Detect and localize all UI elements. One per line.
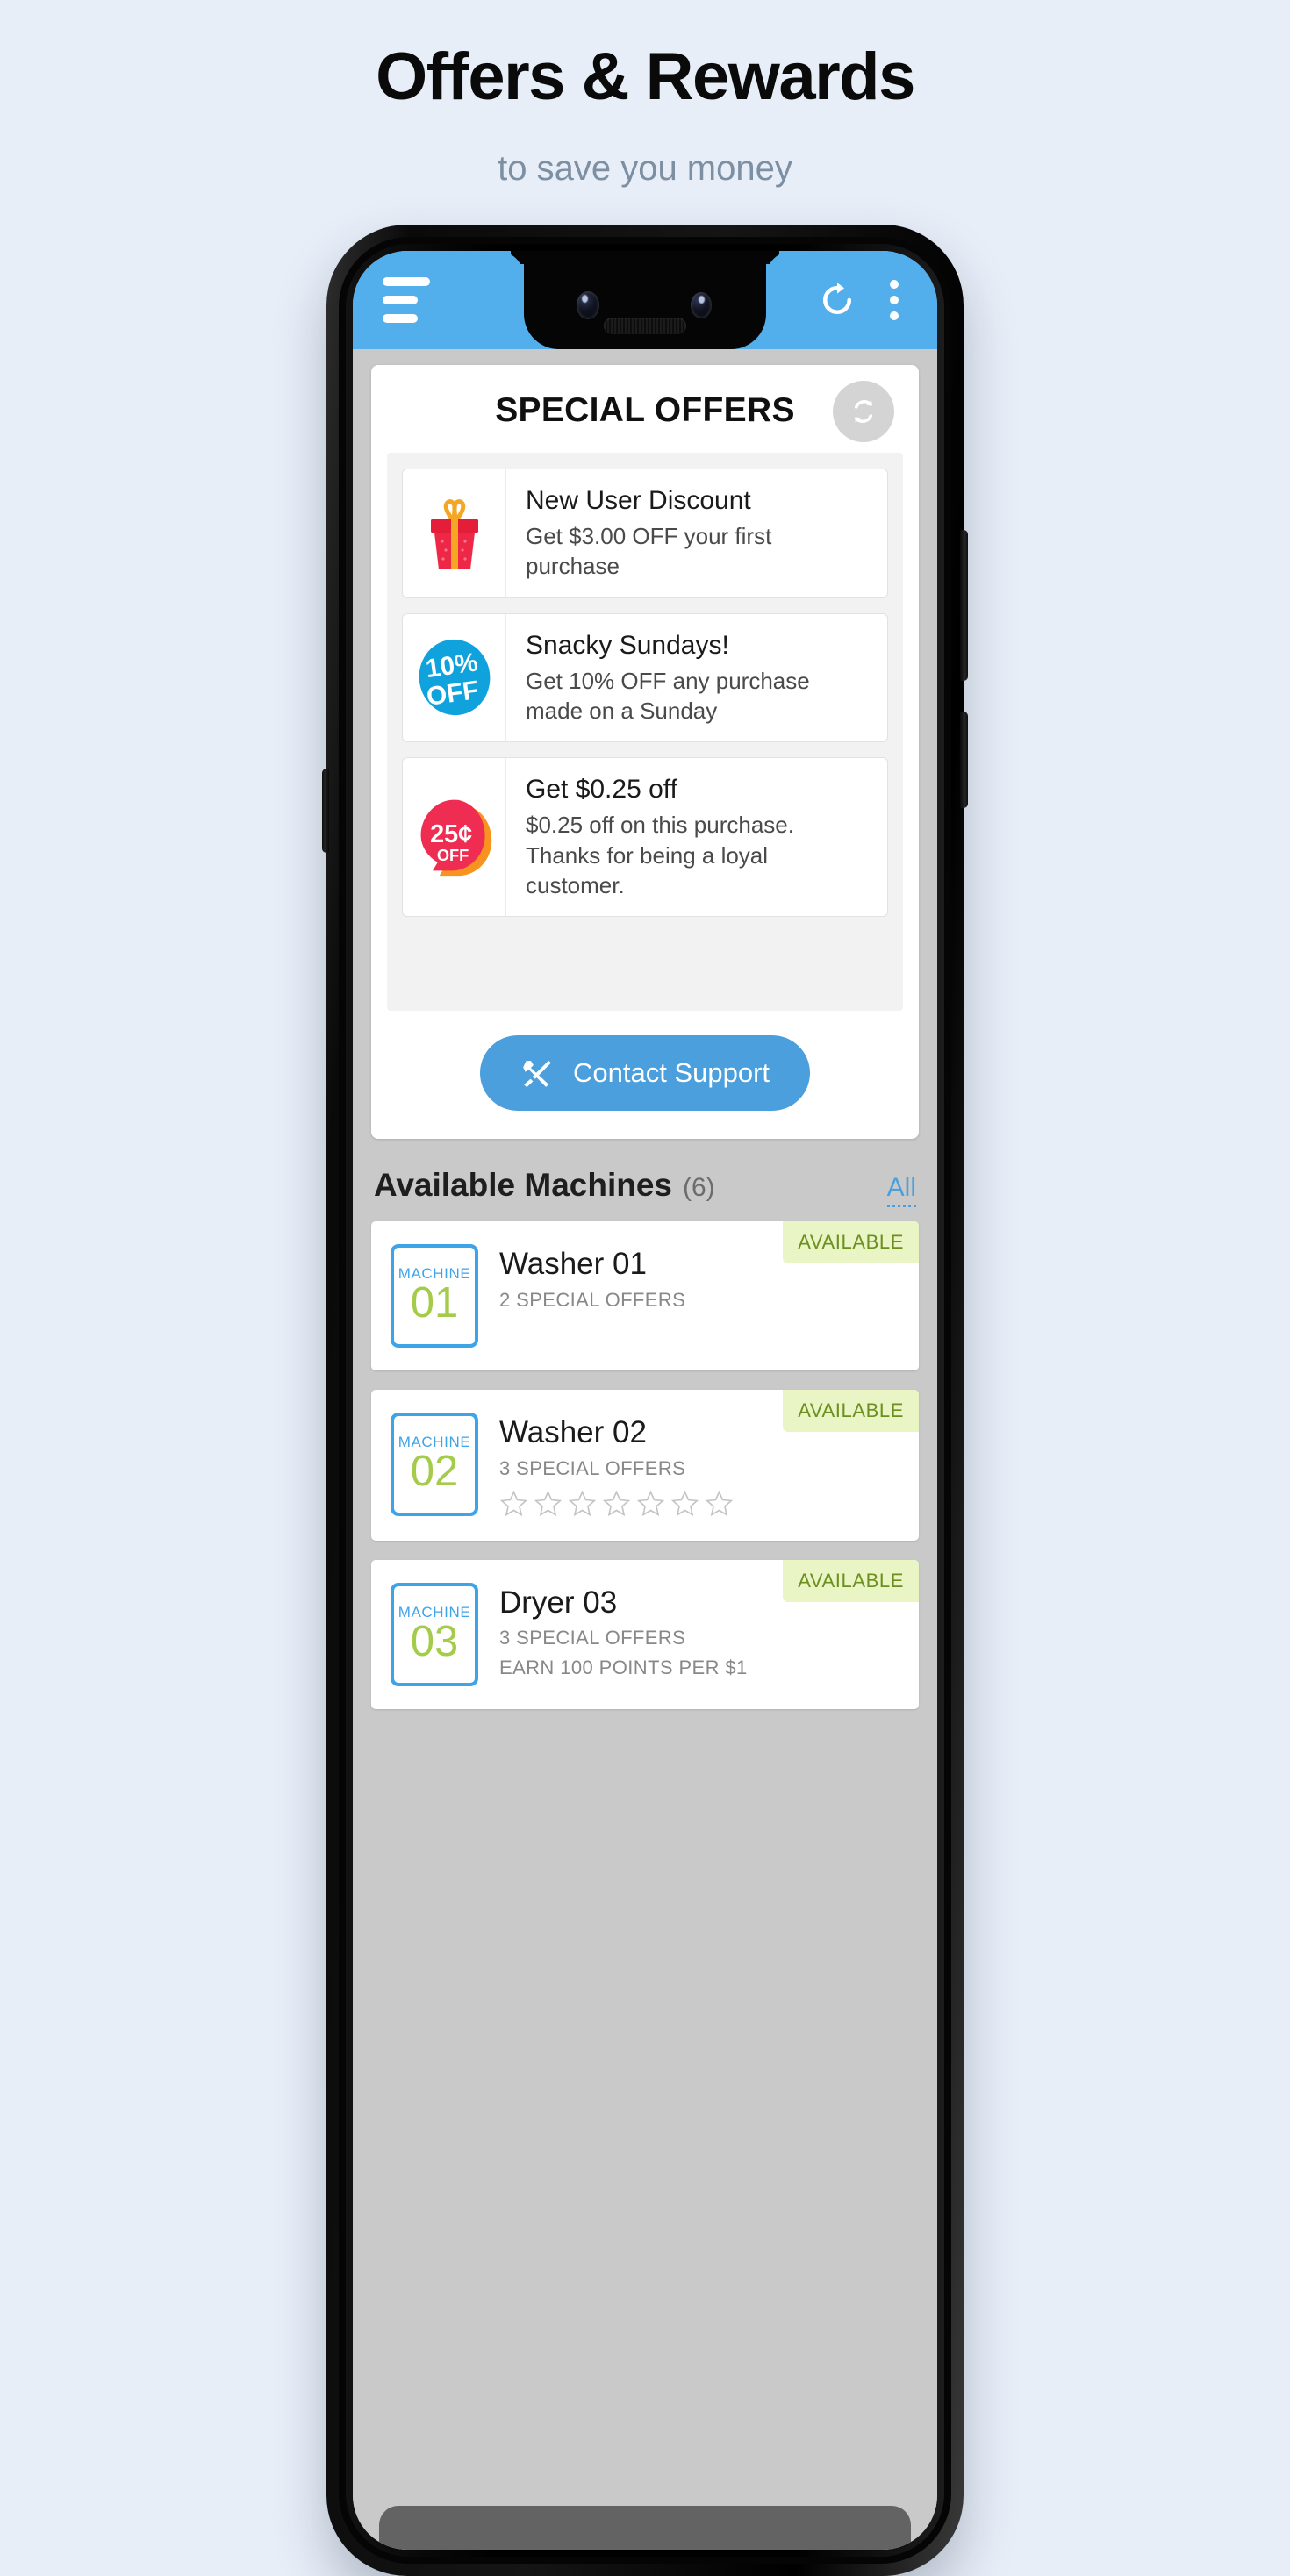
- camera-glint: [582, 295, 588, 303]
- machine-card[interactable]: MACHINE 02 Washer 02 3 SPECIAL OFFERS AV…: [371, 1390, 919, 1541]
- machine-number-badge: MACHINE 01: [391, 1244, 478, 1349]
- app-bar-actions: [818, 276, 907, 324]
- machines-title-group: Available Machines (6): [374, 1167, 715, 1204]
- star-outline-icon[interactable]: [636, 1489, 665, 1518]
- left-side-button[interactable]: [322, 769, 329, 853]
- machine-badge-number: 03: [410, 1617, 459, 1665]
- offer-text-cell: New User Discount Get $3.00 OFF your fir…: [506, 469, 887, 597]
- volume-button[interactable]: [960, 530, 968, 681]
- status-badge: AVAILABLE: [783, 1390, 919, 1433]
- phone-screen: SPECIAL OFFERS New User Discount Get $3.…: [353, 251, 937, 2550]
- offer-title: New User Discount: [526, 486, 751, 515]
- offer-text-cell: Snacky Sundays! Get 10% OFF any purchase…: [506, 614, 887, 742]
- offer-description: $0.25 off on this purchase. Thanks for b…: [526, 812, 794, 898]
- offer-icon-cell: [403, 469, 506, 597]
- star-outline-icon[interactable]: [602, 1489, 631, 1518]
- hamburger-line-3: [383, 314, 418, 323]
- machines-section-title: Available Machines: [374, 1167, 672, 1204]
- status-badge: AVAILABLE: [783, 1221, 919, 1264]
- offer-icon-cell: 10% OFF: [403, 613, 506, 742]
- star-outline-icon[interactable]: [705, 1489, 734, 1518]
- kebab-dot-3: [890, 311, 899, 320]
- filter-all-link[interactable]: All: [886, 1173, 916, 1208]
- offer-row[interactable]: 25¢ OFF Get $0.25 off $0.25 off on this …: [402, 757, 888, 918]
- screen-content: SPECIAL OFFERS New User Discount Get $3.…: [353, 349, 937, 2550]
- system-navigation-bar: [379, 2506, 911, 2550]
- star-outline-icon[interactable]: [568, 1489, 597, 1518]
- phone-notch: [524, 251, 766, 349]
- machine-badge-number: 01: [410, 1279, 459, 1327]
- star-outline-icon[interactable]: [534, 1489, 563, 1518]
- refresh-icon[interactable]: [818, 281, 856, 319]
- hamburger-line-2: [383, 296, 418, 304]
- offer-row[interactable]: New User Discount Get $3.00 OFF your fir…: [402, 469, 888, 598]
- sync-refresh-icon[interactable]: [833, 381, 894, 442]
- available-machines-header: Available Machines (6) All: [353, 1139, 937, 1221]
- star-outline-icon[interactable]: [499, 1489, 528, 1518]
- rating-stars[interactable]: [499, 1489, 899, 1518]
- camera-glint-secondary: [699, 296, 705, 304]
- machines-count: (6): [683, 1173, 715, 1203]
- offer-title: Snacky Sundays!: [526, 630, 729, 660]
- offer-description: Get $3.00 OFF your first purchase: [526, 523, 772, 580]
- machine-badge-number: 02: [410, 1448, 459, 1496]
- special-offers-header: SPECIAL OFFERS: [387, 381, 903, 453]
- contact-support-button[interactable]: Contact Support: [479, 1035, 811, 1112]
- twentyfive-cents-off-badge-icon: 25¢ OFF: [420, 799, 491, 877]
- offer-text-cell: Get $0.25 off $0.25 off on this purchase…: [506, 758, 887, 916]
- machine-card[interactable]: MACHINE 03 Dryer 03 3 SPECIAL OFFERS EAR…: [371, 1559, 919, 1709]
- machine-offers-count: 2 SPECIAL OFFERS: [499, 1288, 686, 1311]
- page-title: Offers & Rewards: [376, 39, 915, 114]
- star-outline-icon[interactable]: [670, 1489, 699, 1518]
- tools-wrench-screwdriver-icon: [523, 1060, 551, 1088]
- offers-list: New User Discount Get $3.00 OFF your fir…: [387, 453, 903, 1012]
- machine-points-text: EARN 100 POINTS PER $1: [499, 1657, 748, 1679]
- badge-off-text: OFF: [436, 846, 468, 864]
- promo-header: Offers & Rewards to save you money: [0, 0, 1290, 189]
- machine-offers-count: 3 SPECIAL OFFERS: [499, 1456, 686, 1479]
- offer-icon-cell: 25¢ OFF: [403, 758, 506, 917]
- kebab-dot-1: [890, 280, 899, 289]
- badge-cents-text: 25¢: [430, 820, 472, 848]
- support-button-wrap: Contact Support: [387, 1011, 903, 1116]
- ten-percent-off-badge-icon: 10% OFF: [419, 640, 490, 716]
- status-badge: AVAILABLE: [783, 1559, 919, 1602]
- overflow-menu-icon[interactable]: [881, 276, 907, 324]
- offer-row[interactable]: 10% OFF Snacky Sundays! Get 10% OFF any …: [402, 612, 888, 743]
- hamburger-menu-icon[interactable]: [383, 277, 430, 323]
- phone-mockup: SPECIAL OFFERS New User Discount Get $3.…: [322, 225, 968, 2576]
- special-offers-card: SPECIAL OFFERS New User Discount Get $3.…: [371, 365, 919, 1140]
- offer-title: Get $0.25 off: [526, 775, 677, 805]
- machine-card[interactable]: MACHINE 01 Washer 01 2 SPECIAL OFFERS AV…: [371, 1221, 919, 1371]
- gift-box-icon: [430, 498, 478, 569]
- front-camera-icon: [577, 291, 599, 319]
- offer-description: Get 10% OFF any purchase made on a Sunda…: [526, 667, 810, 724]
- kebab-dot-2: [890, 296, 899, 304]
- machine-number-badge: MACHINE 02: [391, 1413, 478, 1517]
- contact-support-label: Contact Support: [572, 1057, 770, 1089]
- power-button[interactable]: [960, 712, 968, 808]
- machine-offers-count: 3 SPECIAL OFFERS: [499, 1627, 686, 1649]
- earpiece-speaker: [604, 318, 686, 334]
- special-offers-title: SPECIAL OFFERS: [495, 391, 795, 429]
- hamburger-line-1: [383, 277, 430, 286]
- page-subtitle: to save you money: [498, 148, 792, 188]
- machine-number-badge: MACHINE 03: [391, 1582, 478, 1686]
